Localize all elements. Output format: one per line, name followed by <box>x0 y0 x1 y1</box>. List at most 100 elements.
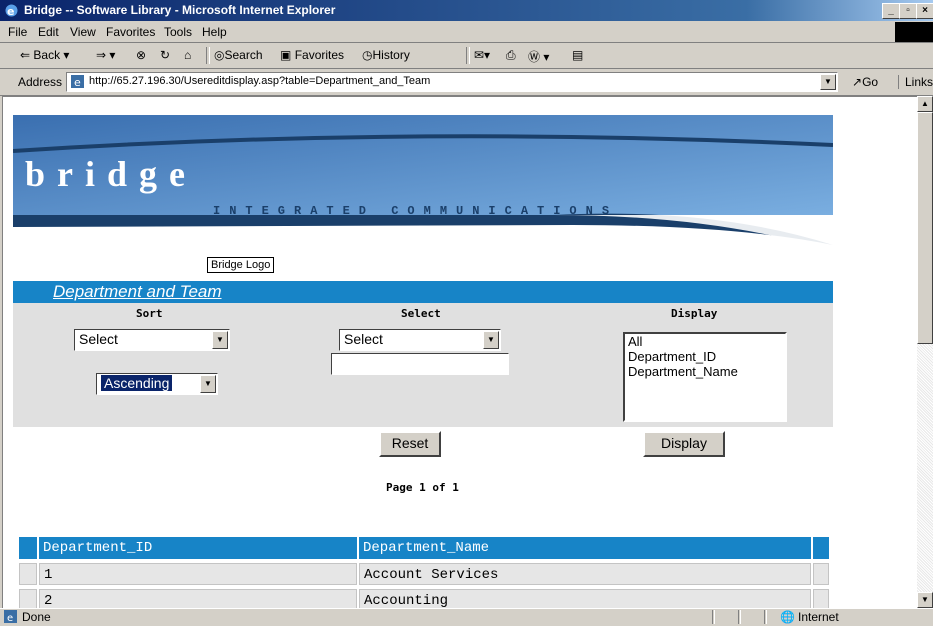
address-input[interactable]: e http://65.27.196.30/Usereditdisplay.as… <box>66 72 838 92</box>
section-title[interactable]: Department and Team <box>53 282 222 302</box>
search-button[interactable]: ◎Search <box>214 48 263 62</box>
search-icon: ◎ <box>214 48 225 62</box>
sort-order-value: Ascending <box>101 375 173 391</box>
scroll-down-icon[interactable]: ▼ <box>917 592 933 608</box>
toolbar-divider <box>466 47 470 64</box>
row-trailer <box>813 589 829 609</box>
address-url: http://65.27.196.30/Usereditdisplay.asp?… <box>89 75 431 87</box>
ie-app-icon: e <box>4 3 19 18</box>
select-label: Select <box>401 307 441 320</box>
home-icon[interactable]: ⌂ <box>184 48 191 62</box>
menu-edit[interactable]: Edit <box>38 25 59 39</box>
display-option-all[interactable]: All <box>625 334 785 349</box>
sort-field-select[interactable]: Select ▼ <box>74 329 230 351</box>
status-divider <box>712 610 715 624</box>
sort-order-select[interactable]: Ascending ▼ <box>96 373 218 395</box>
history-icon: ◷ <box>362 48 373 62</box>
history-label: History <box>372 48 410 62</box>
favorites-icon: ▣ <box>280 48 292 62</box>
edit-icon[interactable]: Ⓦ ▾ <box>528 48 549 65</box>
history-button[interactable]: ◷History <box>362 48 410 62</box>
sort-field-value: Select <box>79 331 118 347</box>
scroll-thumb[interactable] <box>917 112 933 344</box>
address-dropdown-icon[interactable]: ▼ <box>820 74 836 90</box>
chevron-down-icon[interactable]: ▼ <box>212 331 228 349</box>
refresh-icon[interactable]: ↻ <box>160 48 170 62</box>
status-zone: Internet <box>798 610 839 624</box>
display-columns-listbox[interactable]: All Department_ID Department_Name <box>623 332 787 422</box>
back-button[interactable]: ⇐ Back ▾ <box>20 48 69 62</box>
table-row[interactable]: 1 Account Services <box>17 563 833 587</box>
close-button[interactable]: × <box>916 3 933 19</box>
menu-bar: File Edit View Favorites Tools Help <box>0 21 933 43</box>
display-option-department-name[interactable]: Department_Name <box>625 364 785 379</box>
cell-department-id: 1 <box>39 563 357 585</box>
status-divider <box>764 610 767 624</box>
logo-alt-tooltip: Bridge Logo <box>207 257 275 273</box>
reset-button[interactable]: Reset <box>379 431 441 457</box>
discuss-icon[interactable]: ▤ <box>572 48 583 62</box>
sort-label: Sort <box>136 307 163 320</box>
brand-wordmark: bridge <box>25 154 198 194</box>
search-label: Search <box>224 48 263 62</box>
menu-tools[interactable]: Tools <box>164 25 192 39</box>
display-label: Display <box>671 307 718 320</box>
header-spacer <box>813 537 829 559</box>
menu-favorites[interactable]: Favorites <box>106 25 155 39</box>
table-header-row: Department_ID Department_Name <box>17 537 833 561</box>
page-icon: e <box>70 74 85 92</box>
menu-view[interactable]: View <box>70 25 96 39</box>
scroll-up-icon[interactable]: ▲ <box>917 96 933 112</box>
forward-button[interactable]: ⇒ ▾ <box>96 48 115 62</box>
standard-toolbar: ⇐ Back ▾ ⇒ ▾ ⊗ ↻ ⌂ ◎Search ▣ Favorites ◷… <box>0 43 933 69</box>
select-value-input[interactable] <box>331 353 509 375</box>
brand-tagline: INTEGRATED COMMUNICATIONS <box>213 204 619 218</box>
print-icon[interactable]: ⎙ <box>506 48 516 63</box>
cell-department-id: 2 <box>39 589 357 609</box>
section-header: Department and Team <box>13 281 833 303</box>
go-label: Go <box>862 75 879 89</box>
status-divider <box>738 610 741 624</box>
menu-help[interactable]: Help <box>202 25 227 39</box>
back-label: Back <box>33 48 61 62</box>
column-header-department-id[interactable]: Department_ID <box>39 537 357 559</box>
window-title-bar: e Bridge -- Software Library - Microsoft… <box>0 0 933 21</box>
favorites-label: Favorites <box>294 48 345 62</box>
internet-zone-icon: 🌐 <box>780 610 795 624</box>
select-field-select[interactable]: Select ▼ <box>339 329 501 351</box>
chevron-down-icon[interactable]: ▼ <box>483 331 499 349</box>
display-button[interactable]: Display <box>643 431 725 457</box>
favorites-button[interactable]: ▣ Favorites <box>280 48 344 62</box>
status-text: Done <box>22 610 51 624</box>
filter-panel: Sort Select Display Select ▼ Ascending ▼… <box>13 303 833 427</box>
page-content: bridge INTEGRATED COMMUNICATIONS Bridge … <box>2 96 919 610</box>
window-title: Bridge -- Software Library - Microsoft I… <box>24 3 336 17</box>
maximize-button[interactable]: ▫ <box>899 3 917 19</box>
select-field-value: Select <box>344 331 383 347</box>
go-button[interactable]: ↗Go <box>852 75 878 89</box>
links-button[interactable]: Links <box>898 75 933 89</box>
stop-icon[interactable]: ⊗ <box>136 48 146 62</box>
row-selector[interactable] <box>19 563 37 585</box>
svg-text:e: e <box>74 76 81 89</box>
pagination-label: Page 1 of 1 <box>386 481 459 494</box>
row-trailer <box>813 563 829 585</box>
windows-logo-icon <box>895 22 933 42</box>
bridge-banner: bridge INTEGRATED COMMUNICATIONS <box>12 115 834 251</box>
table-row[interactable]: 2 Accounting <box>17 589 833 609</box>
minimize-button[interactable]: _ <box>882 3 900 19</box>
column-header-department-name[interactable]: Department_Name <box>359 537 811 559</box>
cell-department-name: Accounting <box>359 589 811 609</box>
svg-text:e: e <box>7 5 14 18</box>
cell-department-name: Account Services <box>359 563 811 585</box>
back-arrow-icon: ⇐ <box>20 48 31 62</box>
toolbar-divider <box>206 47 210 64</box>
display-option-department-id[interactable]: Department_ID <box>625 349 785 364</box>
vertical-scrollbar[interactable]: ▲ ▼ <box>917 96 933 608</box>
svg-text:e: e <box>7 613 13 623</box>
row-selector[interactable] <box>19 589 37 609</box>
chevron-down-icon[interactable]: ▼ <box>200 375 216 393</box>
menu-file[interactable]: File <box>8 25 27 39</box>
mail-icon[interactable]: ✉▾ <box>474 48 490 62</box>
header-spacer <box>19 537 37 559</box>
